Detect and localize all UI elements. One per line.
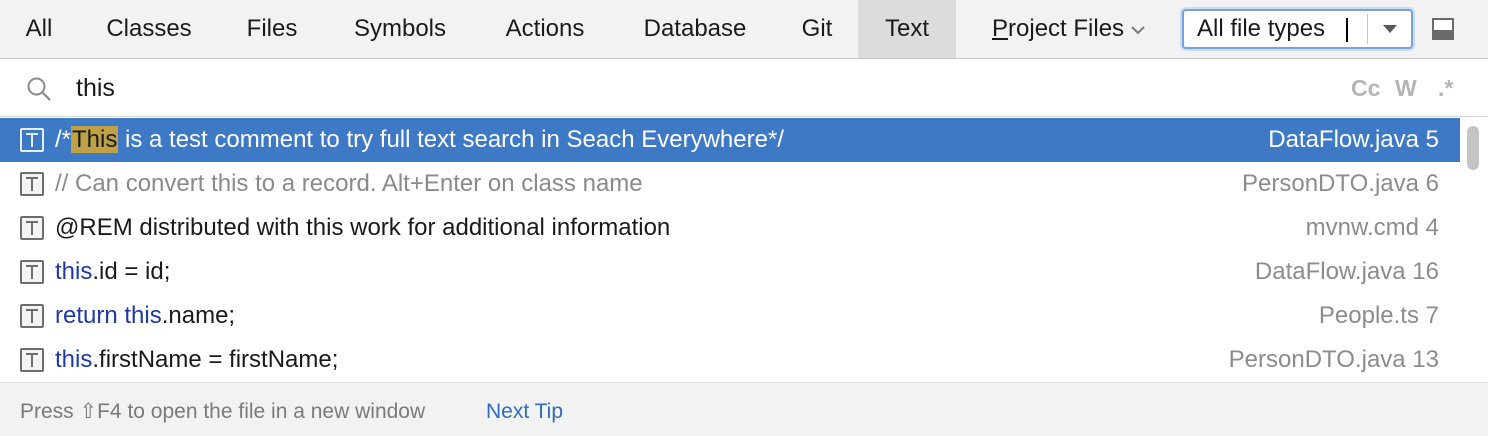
result-text: // Can convert this to a record. Alt+Ent… [55,170,643,197]
match-highlight: This [71,126,119,153]
result-text: this.id = id; [55,258,171,285]
next-tip-link[interactable]: Next Tip [486,383,563,436]
result-row[interactable]: @REM distributed with this work for addi… [0,206,1460,250]
tab-symbols[interactable]: Symbols [324,0,476,58]
result-row[interactable]: /*This is a test comment to try full tex… [0,118,1460,162]
scope-dropdown[interactable]: Project Files [992,0,1146,58]
text-file-icon [20,260,44,284]
search-everywhere-tabbar: All Classes Files Symbols Actions Databa… [0,0,1488,59]
keyword: return this [55,302,162,329]
tip-text: Press ⇧F4 to open the file in a new wind… [20,400,426,423]
result-file-location: DataFlow.java 16 [1254,258,1439,285]
tab-files[interactable]: Files [220,0,324,58]
regex-toggle[interactable]: .* [1438,60,1453,117]
search-row: Cc W .* [0,60,1488,117]
result-file-location: PersonDTO.java 13 [1228,346,1439,373]
result-file-location: mvnw.cmd 4 [1305,214,1439,241]
file-type-combobox[interactable]: All file types [1182,9,1413,49]
result-row[interactable]: this.id = id; DataFlow.java 16 [0,250,1460,294]
keyword: this [55,258,93,285]
tip-footer: Press ⇧F4 to open the file in a new wind… [0,382,1488,436]
text-file-icon [20,128,44,152]
search-icon [26,76,52,102]
tab-git[interactable]: Git [776,0,858,58]
scope-mnemonic: P [992,15,1009,42]
tab-text[interactable]: Text [858,0,956,58]
result-file-location: People.ts 7 [1318,302,1439,329]
text-file-icon [20,348,44,372]
tab-all[interactable]: All [0,0,78,58]
tab-actions[interactable]: Actions [476,0,614,58]
text-file-icon [20,304,44,328]
result-text: this.firstName = firstName; [55,346,339,373]
result-file-location: DataFlow.java 5 [1268,126,1439,153]
text-file-icon [20,172,44,196]
text-caret [1346,18,1348,42]
search-input[interactable] [76,60,1276,117]
words-toggle[interactable]: W [1395,60,1417,117]
match-case-toggle[interactable]: Cc [1351,60,1380,117]
result-row[interactable]: // Can convert this to a record. Alt+Ent… [0,162,1460,206]
tab-database[interactable]: Database [614,0,776,58]
text-file-icon [20,216,44,240]
tab-classes[interactable]: Classes [78,0,220,58]
result-text: /*This is a test comment to try full tex… [55,126,784,153]
dropdown-arrow-icon[interactable] [1368,11,1411,47]
result-row[interactable]: return this.name; People.ts 7 [0,294,1460,338]
keyword: this [55,346,93,373]
results-list: /*This is a test comment to try full tex… [0,118,1460,382]
results-scrollbar[interactable] [1460,118,1488,382]
file-type-value[interactable]: All file types [1197,11,1325,47]
scope-label: roject Files [1008,15,1125,42]
open-in-find-tool-window-icon[interactable] [1430,16,1456,42]
scrollbar-thumb[interactable] [1467,126,1479,170]
result-file-location: PersonDTO.java 6 [1242,170,1439,197]
result-text: return this.name; [55,302,236,329]
chevron-down-icon [1130,0,1146,57]
result-text: @REM distributed with this work for addi… [55,214,671,241]
result-row[interactable]: this.firstName = firstName; PersonDTO.ja… [0,338,1460,382]
